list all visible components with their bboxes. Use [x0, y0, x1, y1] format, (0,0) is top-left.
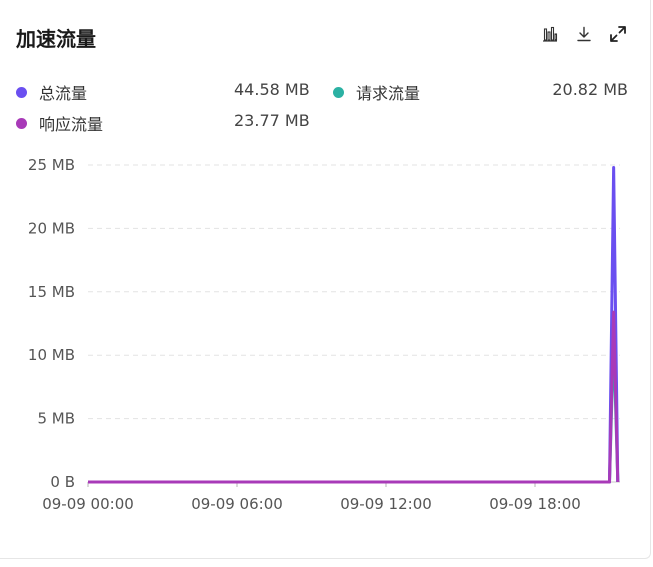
expand-icon[interactable] — [608, 24, 628, 44]
legend-dot-response — [16, 117, 27, 129]
legend-value-total: 44.58 MB — [234, 80, 310, 99]
legend-dot-total — [16, 86, 27, 98]
series-line-0 — [88, 166, 620, 484]
legend-item-response[interactable]: 响应流量 — [16, 111, 103, 135]
series-line-1 — [88, 335, 620, 484]
bar-chart-icon[interactable] — [540, 24, 560, 44]
series-line-2 — [88, 310, 620, 484]
x-tick-label: 09-09 12:00 — [340, 495, 432, 513]
traffic-line-chart: 25 MB 20 MB 15 MB 10 MB 5 MB 0 B 09-09 00:00 09… — [28, 156, 620, 513]
legend-label-request: 请求流量 — [356, 84, 421, 103]
chart-toolbar — [540, 24, 628, 44]
legend-value-response: 23.77 MB — [234, 111, 310, 130]
legend-label-total: 总流量 — [39, 84, 88, 103]
legend-dot-request — [333, 86, 344, 98]
y-tick-label: 25 MB — [28, 156, 75, 174]
download-icon[interactable] — [574, 24, 594, 44]
y-tick-label: 15 MB — [28, 283, 75, 301]
legend-label-response: 响应流量 — [39, 115, 104, 134]
legend-item-request[interactable]: 请求流量 — [333, 80, 420, 104]
legend-item-total[interactable]: 总流量 — [16, 80, 87, 104]
x-tick-label: 09-09 18:00 — [489, 495, 581, 513]
y-tick-label: 10 MB — [28, 346, 75, 364]
card-title: 加速流量 — [16, 27, 96, 51]
y-tick-label: 0 B — [50, 473, 75, 491]
legend-value-request: 20.82 MB — [552, 80, 628, 99]
x-tick-label: 09-09 06:00 — [191, 495, 283, 513]
y-tick-label: 20 MB — [28, 219, 75, 237]
acceleration-traffic-card: 加速流量 总流量 44.58 MB 请求流量 20.82 MB 响应流量 23.… — [0, 0, 651, 559]
x-tick-label: 09-09 00:00 — [42, 495, 134, 513]
y-tick-label: 5 MB — [37, 410, 75, 428]
